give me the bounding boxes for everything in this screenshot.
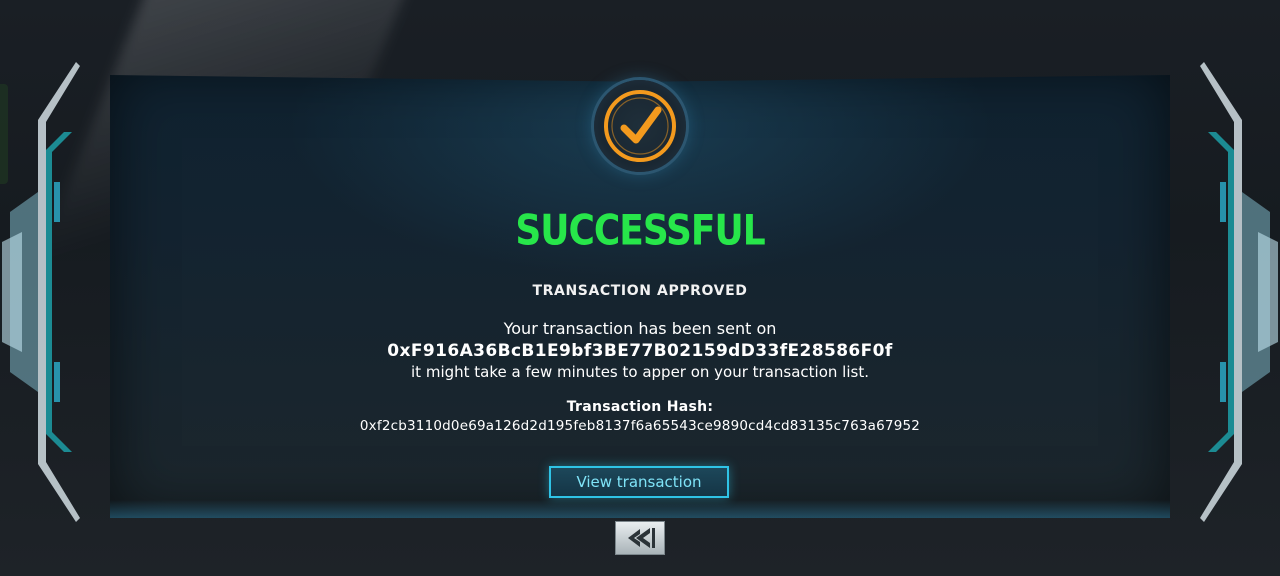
view-transaction-button[interactable]: View transaction bbox=[549, 466, 729, 498]
right-frame-ornament bbox=[1198, 62, 1278, 522]
left-frame-ornament bbox=[2, 62, 82, 522]
hash-label: Transaction Hash: bbox=[566, 399, 714, 415]
wallet-address: 0xF916A36BcB1E9bf3BE77B02159dD33fE28586F… bbox=[387, 341, 893, 361]
back-arrow-icon bbox=[628, 528, 655, 548]
back-button[interactable] bbox=[615, 521, 665, 555]
success-title: SUCCESSFUL bbox=[515, 206, 765, 256]
transaction-hash: 0xf2cb3110d0e69a126d2d195feb8137f6a65543… bbox=[359, 418, 921, 434]
transaction-status: TRANSACTION APPROVED bbox=[532, 283, 748, 299]
message-line: Your transaction has been sent on bbox=[503, 319, 777, 338]
check-icon bbox=[594, 80, 686, 172]
message-note: it might take a few minutes to apper on … bbox=[411, 363, 869, 381]
